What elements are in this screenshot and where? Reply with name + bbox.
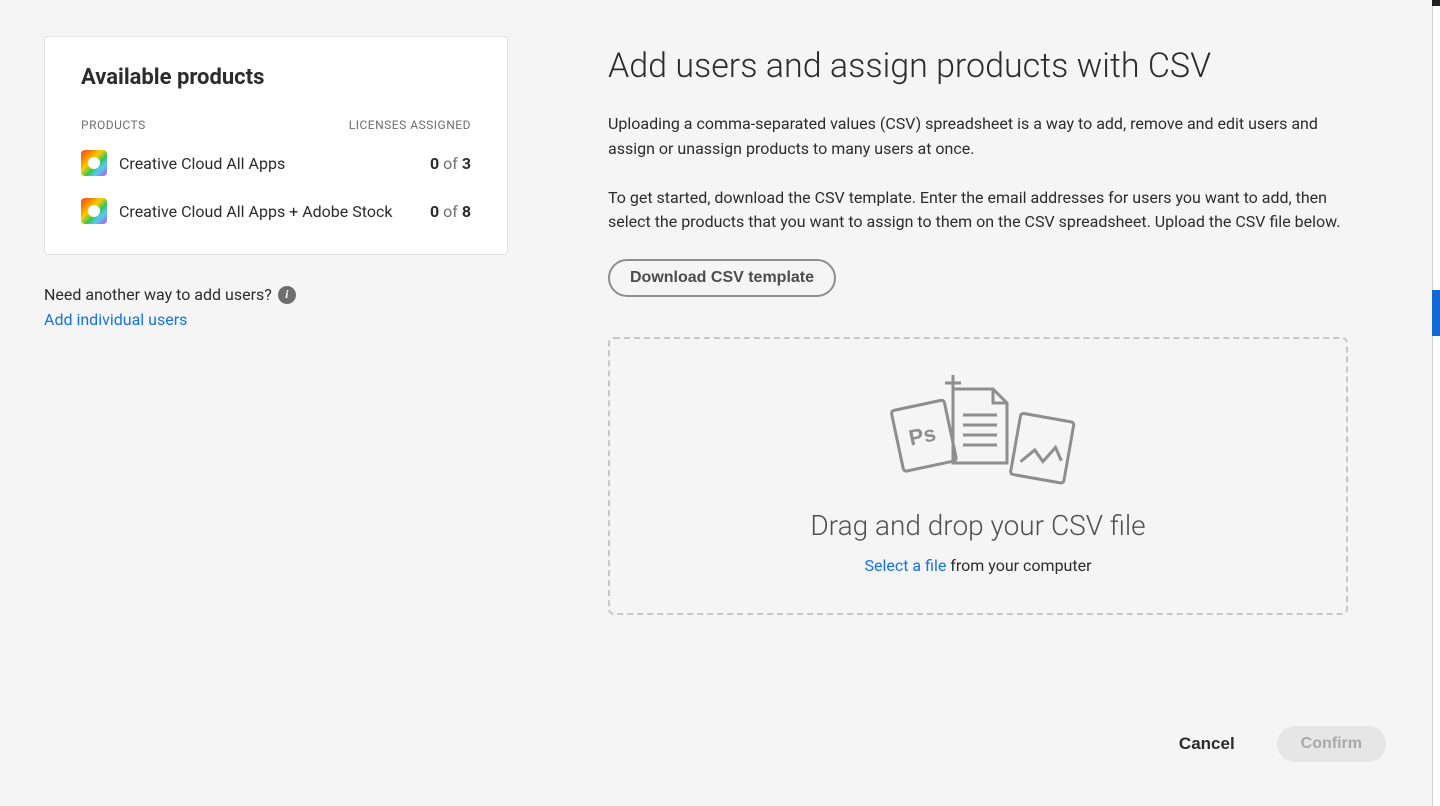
col-products-header: PRODUCTS [81,118,146,132]
column-headers: PRODUCTS LICENSES ASSIGNED [81,118,471,132]
creative-cloud-icon [81,150,107,176]
edge-decoration [1432,290,1440,336]
edge-decoration [1432,0,1440,6]
col-licenses-header: LICENSES ASSIGNED [349,118,471,132]
product-name: Creative Cloud All Apps + Adobe Stock [119,202,430,221]
need-another-label: Need another way to add users? [44,285,272,304]
product-row: Creative Cloud All Apps 0 of 3 [81,150,471,176]
confirm-button[interactable]: Confirm [1277,726,1386,762]
left-column: Available products PRODUCTS LICENSES ASS… [44,36,508,615]
intro-paragraph-2: To get started, download the CSV templat… [608,186,1348,236]
edge-decoration [1432,0,1440,806]
from-computer-label: from your computer [946,556,1091,575]
download-csv-template-button[interactable]: Download CSV template [608,259,836,297]
select-file-link[interactable]: Select a file [864,556,946,575]
license-count: 0 of 8 [430,202,471,221]
documents-icon: Ps [873,371,1083,491]
intro-paragraph-1: Uploading a comma-separated values (CSV)… [608,112,1348,162]
csv-dropzone[interactable]: Ps [608,337,1348,615]
product-row: Creative Cloud All Apps + Adobe Stock 0 … [81,198,471,224]
add-individual-users-link[interactable]: Add individual users [44,310,187,329]
page-title: Add users and assign products with CSV [608,46,1348,86]
svg-text:Ps: Ps [906,421,938,451]
footer-actions: Cancel Confirm [1179,726,1386,762]
need-another-row: Need another way to add users? i [44,285,508,304]
panel-title: Available products [81,65,471,90]
right-column: Add users and assign products with CSV U… [608,36,1348,615]
info-icon[interactable]: i [278,286,296,304]
dropzone-illustration: Ps [630,371,1326,491]
license-count: 0 of 3 [430,154,471,173]
creative-cloud-icon [81,198,107,224]
dropzone-subtext: Select a file from your computer [630,556,1326,575]
cancel-button[interactable]: Cancel [1179,734,1235,754]
available-products-panel: Available products PRODUCTS LICENSES ASS… [44,36,508,255]
under-panel: Need another way to add users? i Add ind… [44,285,508,329]
product-name: Creative Cloud All Apps [119,154,430,173]
dropzone-title: Drag and drop your CSV file [630,509,1326,542]
